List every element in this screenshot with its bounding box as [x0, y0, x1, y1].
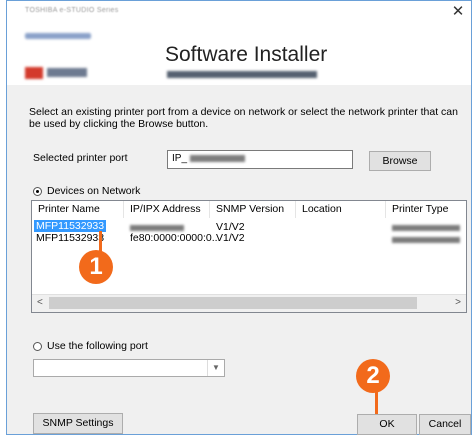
brand-logo — [25, 67, 43, 79]
blurred-port-address — [190, 154, 246, 162]
title-bar: TOSHIBA e-STUDIO Series ✕ — [7, 1, 471, 23]
ok-button[interactable]: OK — [357, 414, 417, 435]
blurred-subtitle — [167, 71, 317, 78]
column-header-location[interactable]: Location — [296, 201, 386, 218]
printer-type-cell — [392, 234, 460, 246]
window-title: TOSHIBA e-STUDIO Series — [25, 7, 119, 14]
column-header-address[interactable]: IP/IPX Address — [124, 201, 210, 218]
port-dropdown[interactable]: ▼ — [33, 359, 225, 377]
snmp-settings-button[interactable]: SNMP Settings — [33, 413, 123, 434]
brand-name — [47, 68, 87, 77]
column-header-snmp[interactable]: SNMP Version — [210, 201, 296, 218]
address-cell: fe80:0000:0000:0... — [130, 232, 221, 244]
header-banner: Software Installer — [7, 23, 471, 85]
callout-badge-1: 1 — [79, 250, 113, 284]
callout-badge-2: 2 — [356, 359, 390, 393]
instructions-text: Select an existing printer port from a d… — [29, 106, 458, 130]
devices-on-network-label: Devices on Network — [47, 185, 141, 197]
selected-port-value: IP_ — [172, 153, 188, 164]
use-following-port-radio[interactable] — [33, 342, 42, 351]
printer-name-cell: MFP11532933 — [36, 232, 105, 244]
column-header-printer-name[interactable]: Printer Name — [32, 201, 124, 218]
page-title: Software Installer — [165, 43, 328, 66]
printer-type-cell — [392, 222, 460, 234]
installer-window: TOSHIBA e-STUDIO Series ✕ Software Insta… — [6, 0, 472, 435]
selected-port-label: Selected printer port — [33, 152, 128, 164]
browse-button[interactable]: Browse — [369, 151, 431, 171]
close-icon[interactable]: ✕ — [449, 3, 467, 21]
printer-name-cell: MFP11532933 — [34, 220, 107, 232]
snmp-cell: V1/V2 — [216, 232, 245, 244]
horizontal-scrollbar[interactable]: < > — [32, 294, 466, 312]
scroll-right-icon[interactable]: > — [455, 297, 461, 308]
use-following-port-label: Use the following port — [47, 340, 148, 352]
chevron-down-icon[interactable]: ▼ — [207, 360, 224, 376]
selected-port-field[interactable]: IP_ — [167, 150, 353, 169]
column-header-printer-type[interactable]: Printer Type — [386, 201, 466, 218]
devices-on-network-radio[interactable] — [33, 187, 42, 196]
scroll-left-icon[interactable]: < — [37, 297, 43, 308]
cancel-button[interactable]: Cancel — [419, 414, 471, 435]
scrollbar-thumb[interactable] — [49, 297, 417, 309]
blurred-brand-text — [25, 33, 91, 39]
